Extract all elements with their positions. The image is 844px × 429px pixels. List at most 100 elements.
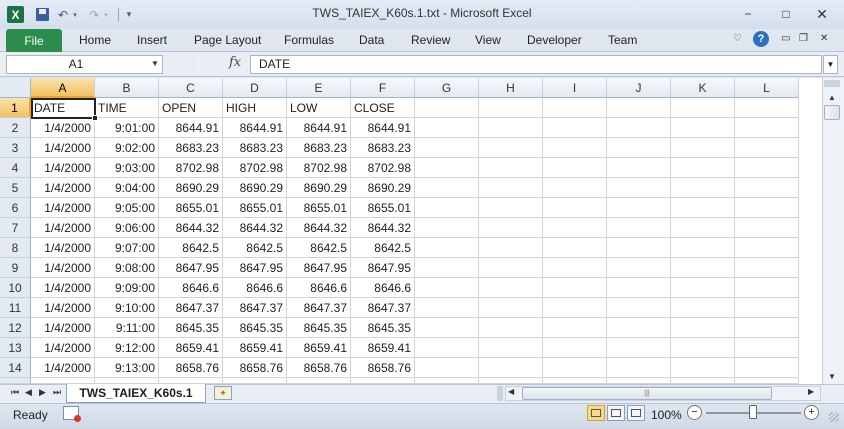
cell[interactable] bbox=[479, 358, 543, 378]
cell[interactable]: 9:10:00 bbox=[95, 298, 159, 318]
close-button[interactable]: ✕ bbox=[808, 4, 836, 24]
cell[interactable] bbox=[479, 158, 543, 178]
row-header-10[interactable]: 10 bbox=[0, 278, 31, 298]
cell[interactable]: 8644.32 bbox=[223, 218, 287, 238]
cell[interactable]: 8658.76 bbox=[159, 358, 223, 378]
cell[interactable]: HIGH bbox=[223, 98, 287, 118]
cell[interactable]: 8645.35 bbox=[223, 318, 287, 338]
cell[interactable] bbox=[735, 338, 799, 358]
scroll-left-icon[interactable]: ◀ bbox=[508, 387, 514, 396]
row-header-14[interactable]: 14 bbox=[0, 358, 31, 378]
cell[interactable]: 8658.76 bbox=[223, 358, 287, 378]
cell[interactable] bbox=[415, 158, 479, 178]
cell[interactable] bbox=[543, 218, 607, 238]
cell[interactable]: 8655.01 bbox=[223, 198, 287, 218]
cell[interactable]: 8702.98 bbox=[159, 158, 223, 178]
cell[interactable] bbox=[671, 238, 735, 258]
cell[interactable] bbox=[735, 298, 799, 318]
cell[interactable] bbox=[671, 258, 735, 278]
cell[interactable]: 9:01:00 bbox=[95, 118, 159, 138]
cell[interactable]: 1/4/2000 bbox=[31, 258, 95, 278]
cell[interactable] bbox=[671, 298, 735, 318]
cell[interactable]: 8645.35 bbox=[159, 318, 223, 338]
zoom-level[interactable]: 100% bbox=[651, 408, 682, 422]
column-header-f[interactable]: F bbox=[351, 78, 415, 98]
cell[interactable] bbox=[543, 98, 607, 118]
insert-function-icon[interactable]: fx bbox=[229, 55, 241, 70]
row-header-11[interactable]: 11 bbox=[0, 298, 31, 318]
column-header-i[interactable]: I bbox=[543, 78, 607, 98]
cell[interactable]: 9:12:00 bbox=[95, 338, 159, 358]
cell[interactable]: 8659.41 bbox=[287, 338, 351, 358]
cell[interactable] bbox=[543, 178, 607, 198]
cell[interactable]: 8702.98 bbox=[223, 158, 287, 178]
cell[interactable]: 9:13:00 bbox=[95, 358, 159, 378]
cell[interactable] bbox=[607, 318, 671, 338]
row-header-5[interactable]: 5 bbox=[0, 178, 31, 198]
sheet-tab-active[interactable]: TWS_TAIEX_K60s.1 bbox=[66, 384, 206, 403]
cell[interactable] bbox=[735, 318, 799, 338]
cell[interactable]: 1/4/2000 bbox=[31, 238, 95, 258]
cell[interactable] bbox=[735, 118, 799, 138]
column-header-k[interactable]: K bbox=[671, 78, 735, 98]
row-header-2[interactable]: 2 bbox=[0, 118, 31, 138]
cell[interactable] bbox=[671, 338, 735, 358]
cell[interactable] bbox=[479, 118, 543, 138]
cell[interactable]: 8659.41 bbox=[223, 338, 287, 358]
cell[interactable] bbox=[671, 358, 735, 378]
cell[interactable] bbox=[735, 158, 799, 178]
cell[interactable] bbox=[735, 358, 799, 378]
cell[interactable]: 9:08:00 bbox=[95, 258, 159, 278]
cell[interactable] bbox=[607, 138, 671, 158]
cell[interactable]: 8645.35 bbox=[351, 318, 415, 338]
column-header-a[interactable]: A bbox=[31, 78, 95, 98]
cell[interactable]: 8644.32 bbox=[287, 218, 351, 238]
page-break-view-button[interactable] bbox=[627, 405, 645, 421]
tab-review[interactable]: Review bbox=[411, 33, 450, 47]
cell[interactable] bbox=[479, 218, 543, 238]
cell[interactable] bbox=[671, 218, 735, 238]
zoom-out-button[interactable]: − bbox=[687, 405, 702, 420]
cell[interactable]: 8645.35 bbox=[287, 318, 351, 338]
cell[interactable] bbox=[479, 98, 543, 118]
macro-record-icon[interactable] bbox=[63, 406, 81, 422]
cell[interactable] bbox=[543, 258, 607, 278]
cell[interactable]: 8642.5 bbox=[287, 238, 351, 258]
cell[interactable]: 8658.76 bbox=[287, 358, 351, 378]
tab-file[interactable]: File bbox=[6, 29, 62, 52]
row-header-1[interactable]: 1 bbox=[0, 98, 31, 118]
cell[interactable]: 8644.91 bbox=[287, 118, 351, 138]
fill-handle[interactable] bbox=[92, 115, 98, 121]
row-header-9[interactable]: 9 bbox=[0, 258, 31, 278]
cell[interactable]: 8683.23 bbox=[223, 138, 287, 158]
cell[interactable] bbox=[671, 138, 735, 158]
cell[interactable]: 9:04:00 bbox=[95, 178, 159, 198]
normal-view-button[interactable] bbox=[587, 405, 605, 421]
cell[interactable] bbox=[607, 258, 671, 278]
horizontal-split-handle[interactable] bbox=[497, 386, 503, 401]
cell[interactable] bbox=[671, 98, 735, 118]
cell[interactable] bbox=[415, 218, 479, 238]
cell[interactable]: 8655.01 bbox=[351, 198, 415, 218]
cell[interactable]: 9:03:00 bbox=[95, 158, 159, 178]
cell[interactable]: 1/4/2000 bbox=[31, 358, 95, 378]
cell[interactable]: LOW bbox=[287, 98, 351, 118]
cell[interactable] bbox=[607, 298, 671, 318]
cell[interactable]: 8659.41 bbox=[351, 338, 415, 358]
row-header-6[interactable]: 6 bbox=[0, 198, 31, 218]
minimize-button[interactable]: − bbox=[734, 4, 762, 24]
page-layout-view-button[interactable] bbox=[607, 405, 625, 421]
cell[interactable] bbox=[415, 298, 479, 318]
formula-input[interactable]: DATE bbox=[250, 55, 822, 74]
cell[interactable]: 9:07:00 bbox=[95, 238, 159, 258]
cell[interactable] bbox=[735, 278, 799, 298]
cell[interactable]: 8642.5 bbox=[351, 238, 415, 258]
cell[interactable] bbox=[671, 118, 735, 138]
column-header-b[interactable]: B bbox=[95, 78, 159, 98]
cell[interactable] bbox=[543, 118, 607, 138]
cell[interactable]: 8644.91 bbox=[351, 118, 415, 138]
cell[interactable] bbox=[543, 278, 607, 298]
cell[interactable] bbox=[735, 138, 799, 158]
cell[interactable]: 1/4/2000 bbox=[31, 118, 95, 138]
help-icon[interactable]: ? bbox=[753, 31, 769, 47]
